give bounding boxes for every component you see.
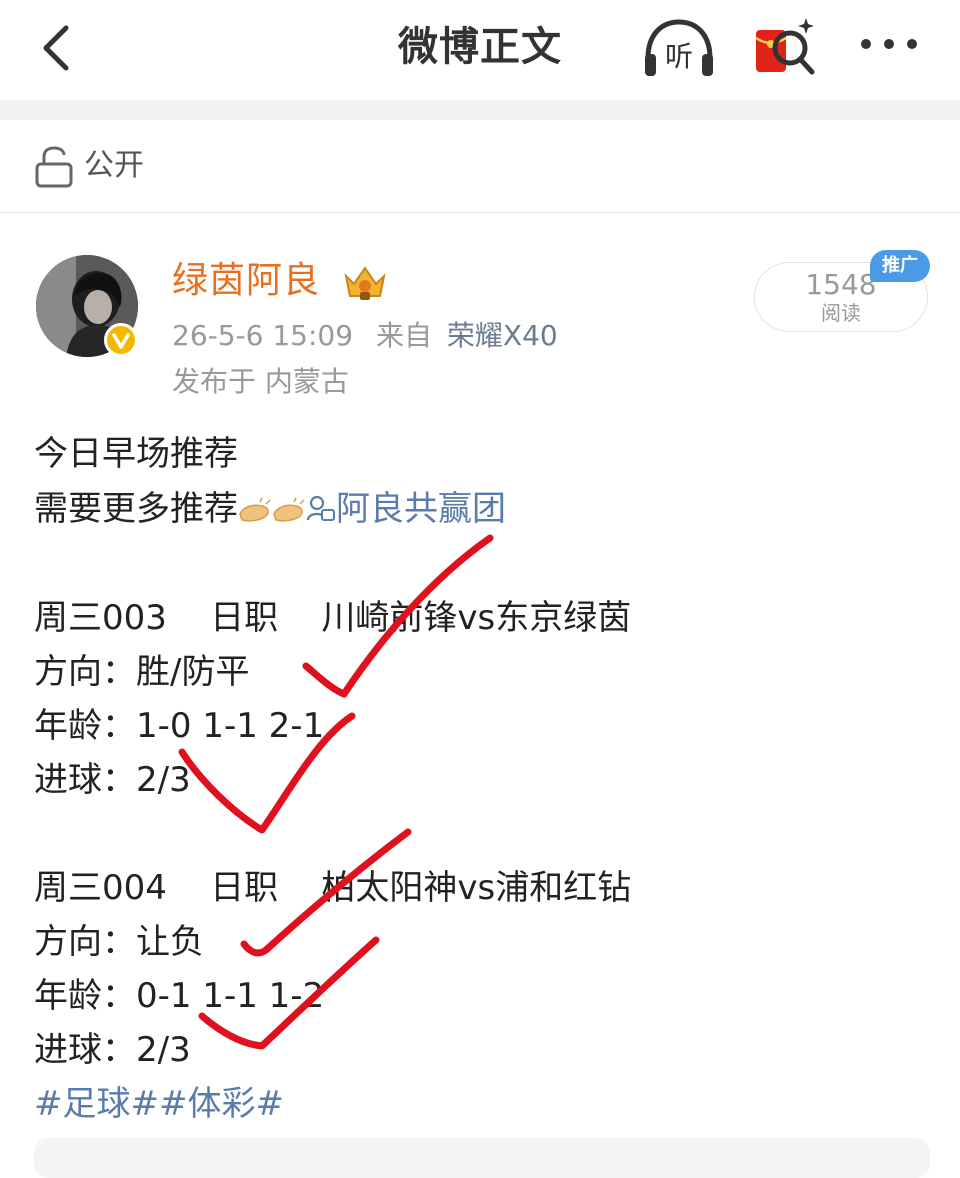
read-label: 阅读	[821, 301, 861, 325]
lock-icon	[35, 146, 73, 188]
match-2-header: 周三004 日职 柏太阳神vs浦和红钻	[34, 868, 632, 908]
match-1-direction: 方向：胜/防平	[34, 652, 250, 692]
match-2-goals: 进球：2/3	[34, 1030, 191, 1070]
visibility-label: 公开	[84, 148, 144, 183]
section-divider	[0, 100, 960, 120]
match-1-goals: 进球：2/3	[34, 760, 191, 800]
post-time: 26-5-6 15:09	[172, 319, 354, 352]
promote-badge[interactable]: 推广	[870, 250, 930, 282]
match-2-direction: 方向：让负	[34, 922, 204, 962]
post-line-2: 需要更多推荐 阿良共赢团	[34, 487, 506, 531]
top-nav-bar: 微博正文 听	[0, 0, 960, 100]
author-name[interactable]: 绿茵阿良	[172, 258, 320, 304]
post-meta: 26-5-6 15:09 来自 荣耀X40	[172, 318, 558, 354]
clapping-hands-emoji-icon	[239, 497, 271, 522]
post-location: 发布于 内蒙古	[172, 365, 349, 398]
match-2-scores: 年龄：0-1 1-1 1-2	[34, 976, 325, 1016]
more-dots-icon[interactable]	[856, 22, 922, 66]
match-1-header: 周三003 日职 川崎前锋vs东京绿茵	[34, 598, 632, 638]
clapping-hands-emoji-icon	[273, 497, 305, 522]
listen-label: 听	[665, 40, 693, 73]
group-link[interactable]: 阿良共赢团	[336, 489, 506, 529]
verified-badge-icon	[104, 323, 138, 357]
match-1-scores: 年龄：1-0 1-1 2-1	[34, 706, 325, 746]
red-packet-search-icon[interactable]	[752, 14, 820, 80]
headphones-icon[interactable]: 听	[640, 16, 718, 80]
from-label: 来自	[375, 319, 432, 352]
post-line-1: 今日早场推荐	[34, 434, 238, 474]
device-link[interactable]: 荣耀X40	[447, 319, 558, 352]
visibility-row[interactable]: 公开	[0, 120, 960, 213]
vip-crown-icon[interactable]	[340, 262, 390, 302]
group-chat-icon	[306, 495, 335, 521]
post-line-2-text: 需要更多推荐	[34, 489, 238, 529]
topic-hashtags[interactable]: #足球##体彩#	[34, 1082, 284, 1126]
repost-card-preview[interactable]	[34, 1138, 930, 1178]
